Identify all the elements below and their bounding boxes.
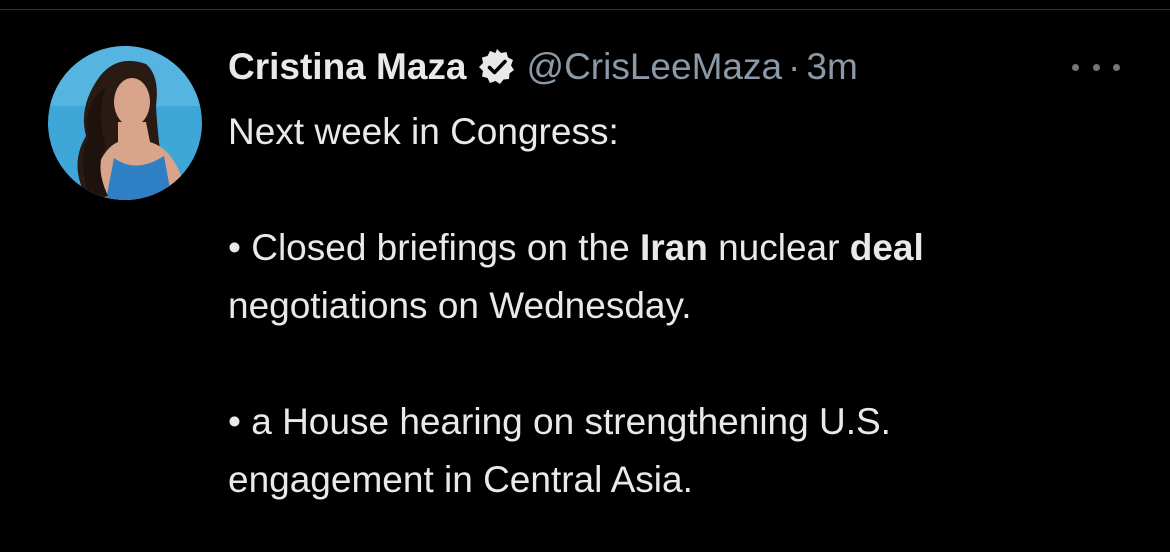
bullet1-bold-deal: deal — [849, 227, 924, 268]
more-options-icon[interactable] — [1072, 52, 1120, 82]
more-dot — [1072, 63, 1079, 71]
timestamp[interactable]: 3m — [806, 46, 857, 88]
more-dot — [1092, 63, 1100, 71]
bullet2-line1: • a House hearing on strengthening U.S. — [228, 401, 891, 442]
more-dot — [1113, 63, 1120, 71]
user-handle[interactable]: @CrisLeeMaza — [527, 46, 783, 88]
top-divider — [0, 0, 1170, 10]
bullet1-bold-iran: Iran — [639, 227, 708, 268]
bullet2-line2: engagement in Central Asia. — [228, 459, 693, 500]
bullet1-line2: negotiations on Wednesday. — [228, 285, 692, 326]
tweet-line-bullet1: • Closed briefings on the Iran nuclear d… — [228, 219, 1148, 277]
separator-dot: · — [788, 46, 801, 87]
bullet1-mid: nuclear — [707, 227, 850, 268]
tweet-text: Next week in Congress: • Closed briefing… — [228, 103, 1148, 509]
intro-text: Next week in Congress: — [228, 111, 619, 152]
tweet-line-bullet2-cont: engagement in Central Asia. — [228, 451, 1148, 509]
tweet-line-bullet2: • a House hearing on strengthening U.S. — [228, 393, 1148, 451]
avatar[interactable] — [48, 46, 202, 200]
display-name[interactable]: Cristina Maza — [228, 46, 467, 88]
tweet-header: Cristina Maza @CrisLeeMaza · 3m — [228, 44, 858, 90]
bullet1-prefix: • Closed briefings on the — [228, 227, 640, 268]
tweet-line-intro: Next week in Congress: — [228, 103, 1148, 161]
avatar-image — [48, 46, 202, 200]
verified-badge-icon — [477, 47, 517, 87]
tweet-line-bullet1-cont: negotiations on Wednesday. — [228, 277, 1148, 335]
